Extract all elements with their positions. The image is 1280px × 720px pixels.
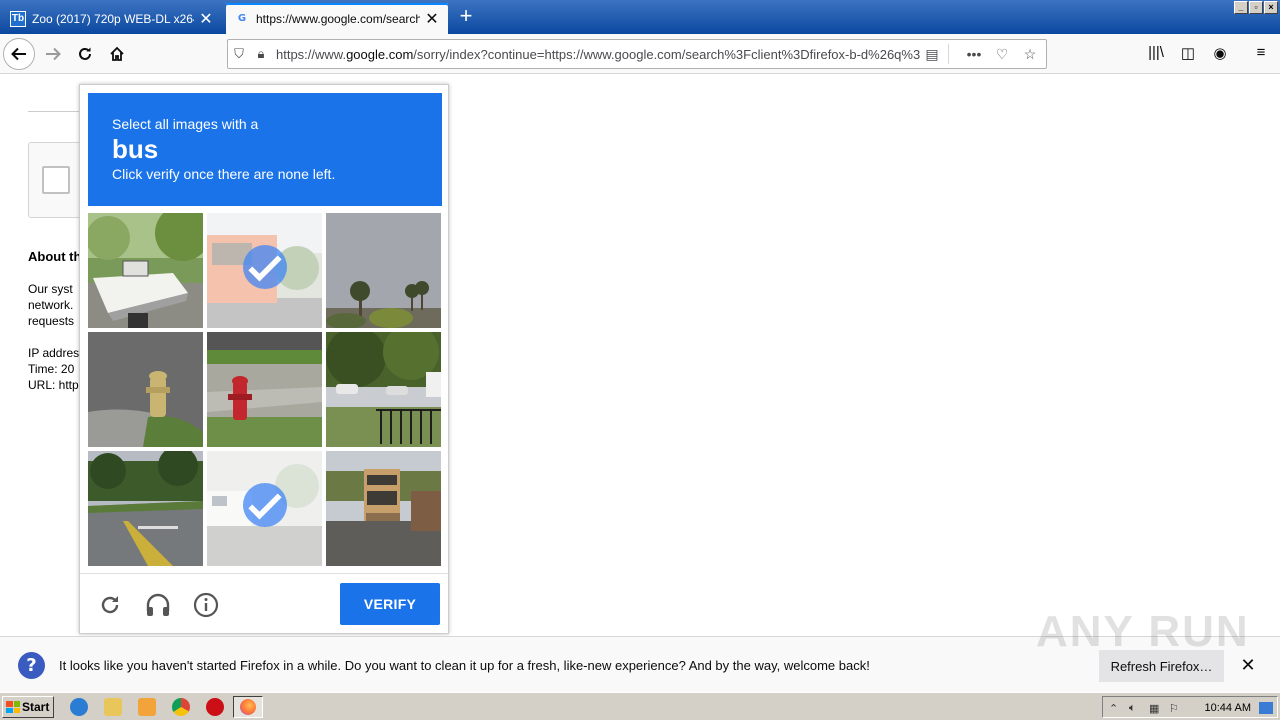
yellow-hydrant-image xyxy=(88,332,203,447)
close-window-button[interactable]: × xyxy=(1264,1,1278,14)
palm-trees-image xyxy=(326,213,441,328)
flag-icon[interactable]: ⚐ xyxy=(1169,702,1179,715)
system-tray: ⌃ 🔈︎ ▦ ⚐ 10:44 AM xyxy=(1102,696,1278,718)
tray-expand-icon[interactable]: ⌃ xyxy=(1109,702,1118,715)
selected-check-icon xyxy=(243,483,287,527)
image-tile-palm-trees[interactable] xyxy=(326,213,441,328)
shield-icon[interactable]: ⛉ xyxy=(228,46,250,62)
page-actions-icon[interactable]: ••• xyxy=(962,46,986,62)
show-desktop-icon[interactable] xyxy=(1259,702,1273,714)
road-image xyxy=(88,451,203,566)
start-label: Start xyxy=(22,700,50,714)
reload-icon xyxy=(101,596,119,614)
pocket-icon[interactable]: ♡ xyxy=(990,46,1014,63)
firefox-icon xyxy=(240,699,256,715)
account-icon[interactable]: ◉ xyxy=(1208,44,1232,62)
media-player-icon[interactable] xyxy=(138,698,156,716)
home-icon xyxy=(110,46,124,61)
reload-button[interactable] xyxy=(69,38,101,70)
image-tile-yellow-hydrant[interactable] xyxy=(88,332,203,447)
tab-strip: Tb Zoo (2017) 720p WEB-DL x264 ESub ✕ G … xyxy=(0,0,1280,34)
url-bar[interactable]: ⛉ 🔒︎ https://www.google.com/sorry/index?… xyxy=(227,39,1047,69)
red-hydrant-image xyxy=(207,332,322,447)
navigation-toolbar: ⛉ 🔒︎ https://www.google.com/sorry/index?… xyxy=(0,34,1280,74)
chrome-icon[interactable] xyxy=(172,698,190,716)
back-button[interactable] xyxy=(3,38,35,70)
notification-message: It looks like you haven't started Firefo… xyxy=(59,658,870,673)
forward-button[interactable] xyxy=(37,38,69,70)
image-tile-bus[interactable] xyxy=(207,213,322,328)
verify-button[interactable]: VERIFY xyxy=(340,583,440,625)
boat-image xyxy=(88,213,203,328)
internet-explorer-icon[interactable] xyxy=(70,698,88,716)
about-text: Our syst xyxy=(28,282,73,296)
challenge-subinstruction: Click verify once there are none left. xyxy=(112,166,336,182)
about-text: requests xyxy=(28,314,75,328)
tab-google[interactable]: G https://www.google.com/search?client=f… xyxy=(226,3,448,34)
double-decker-bus-image xyxy=(326,451,441,566)
recaptcha-checkbox[interactable] xyxy=(42,166,70,194)
windows-taskbar: Start ⌃ 🔈︎ ▦ ⚐ 10:44 AM xyxy=(0,692,1280,720)
selected-check-icon xyxy=(243,245,287,289)
headphones-icon xyxy=(146,593,170,616)
tab-title: Zoo (2017) 720p WEB-DL x264 ESub xyxy=(32,11,194,26)
reload-challenge-button[interactable] xyxy=(96,591,124,619)
tab-title: https://www.google.com/search?client=fir… xyxy=(256,11,420,26)
image-tile-double-decker-bus[interactable] xyxy=(326,451,441,566)
restore-button[interactable]: ▫ xyxy=(1249,1,1263,14)
time-line: Time: 20 xyxy=(28,362,75,376)
street-cars-image xyxy=(326,332,441,447)
reader-view-icon[interactable]: ▤ xyxy=(920,46,944,63)
image-tile-road[interactable] xyxy=(88,451,203,566)
video-site-icon: Tb xyxy=(10,10,26,27)
image-grid xyxy=(88,213,442,567)
recaptcha-challenge: Select all images with a bus Click verif… xyxy=(79,84,449,634)
file-explorer-icon[interactable] xyxy=(104,698,122,716)
reload-icon xyxy=(79,47,91,60)
home-button[interactable] xyxy=(101,38,133,70)
tab-close-icon[interactable]: ✕ xyxy=(424,9,440,29)
close-icon[interactable]: ✕ xyxy=(1238,655,1258,676)
arrow-left-icon xyxy=(11,47,26,61)
sidebar-icon[interactable]: ◫ xyxy=(1176,44,1200,62)
url-line: URL: http xyxy=(28,378,79,392)
about-text: network. xyxy=(28,298,74,312)
refresh-firefox-notification: ANY RUN ? It looks like you haven't star… xyxy=(0,607,1280,692)
tab-close-icon[interactable]: ✕ xyxy=(198,9,214,29)
challenge-header: Select all images with a bus Click verif… xyxy=(88,93,442,206)
about-heading: About th xyxy=(28,249,82,264)
google-icon: G xyxy=(237,13,247,24)
bookmark-star-icon[interactable]: ☆ xyxy=(1018,46,1042,63)
window-controls: _ ▫ × xyxy=(1234,1,1278,14)
arrow-right-icon xyxy=(46,47,61,61)
tab-zoo-movie[interactable]: Tb Zoo (2017) 720p WEB-DL x264 ESub ✕ xyxy=(2,3,222,34)
new-tab-button[interactable]: + xyxy=(454,4,478,28)
lock-icon[interactable]: 🔒︎ xyxy=(250,46,272,62)
challenge-target: bus xyxy=(112,134,159,164)
info-icon xyxy=(193,592,219,618)
audio-challenge-button[interactable] xyxy=(144,591,172,619)
library-icon[interactable]: |||\ xyxy=(1144,44,1168,61)
image-tile-red-hydrant[interactable] xyxy=(207,332,322,447)
opera-icon[interactable] xyxy=(206,698,224,716)
start-button[interactable]: Start xyxy=(2,696,54,718)
minimize-button[interactable]: _ xyxy=(1234,1,1248,14)
image-tile-street-cars[interactable] xyxy=(326,332,441,447)
challenge-footer: VERIFY xyxy=(80,573,448,635)
image-tile-boat[interactable] xyxy=(88,213,203,328)
challenge-instruction: Select all images with a xyxy=(112,116,259,132)
image-tile-van[interactable] xyxy=(207,451,322,566)
taskbar-firefox-button[interactable] xyxy=(233,696,263,718)
volume-icon[interactable]: 🔈︎ xyxy=(1129,702,1136,715)
help-button[interactable] xyxy=(192,591,220,619)
url-text[interactable]: https://www.google.com/sorry/index?conti… xyxy=(272,47,920,62)
menu-icon[interactable]: ≡ xyxy=(1249,44,1273,61)
windows-logo-icon xyxy=(6,701,20,713)
ip-line: IP addres xyxy=(28,346,80,360)
clock: 10:44 AM xyxy=(1204,702,1251,714)
network-icon[interactable]: ▦ xyxy=(1149,702,1159,715)
refresh-firefox-button[interactable]: Refresh Firefox… xyxy=(1099,650,1224,682)
question-icon: ? xyxy=(18,652,45,679)
